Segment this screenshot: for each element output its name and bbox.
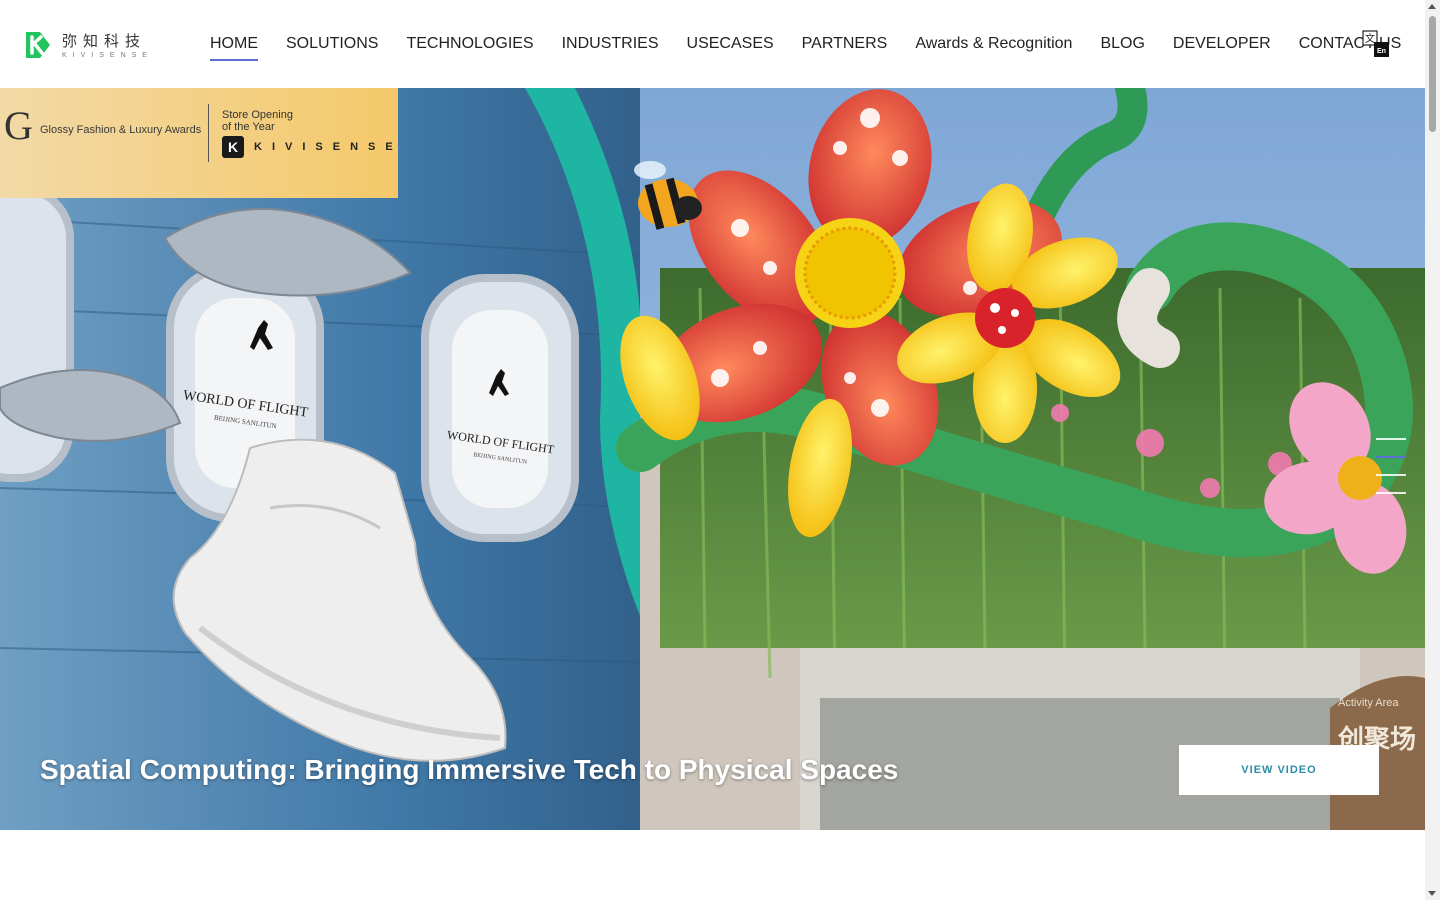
- award-logo: G: [4, 103, 33, 148]
- kivisense-logo-icon: [26, 32, 50, 58]
- hero-image: WORLD OF FLIGHT BEIJING SANLITUN WORLD O…: [0, 88, 1425, 830]
- slider-pagination: [1376, 438, 1406, 510]
- slide-indicator-3[interactable]: [1376, 474, 1406, 476]
- main-nav: HOME SOLUTIONS TECHNOLOGIES INDUSTRIES U…: [196, 0, 1415, 88]
- page-scrollbar[interactable]: [1425, 0, 1440, 900]
- storefront-sign: Activity Area: [1338, 697, 1399, 709]
- award-divider: [208, 104, 209, 162]
- award-category-line1: Store Opening: [222, 109, 293, 121]
- hero-carousel: WORLD OF FLIGHT BEIJING SANLITUN WORLD O…: [0, 88, 1425, 830]
- nav-usecases[interactable]: USECASES: [687, 0, 774, 88]
- scroll-up-icon[interactable]: [1428, 4, 1436, 9]
- scroll-down-icon[interactable]: [1428, 891, 1436, 896]
- nav-home[interactable]: HOME: [210, 0, 258, 88]
- nav-developer[interactable]: DEVELOPER: [1173, 0, 1271, 88]
- nav-blog[interactable]: BLOG: [1100, 0, 1144, 88]
- hero-title: Spatial Computing: Bringing Immersive Te…: [40, 754, 899, 785]
- award-category-line2: of the Year: [222, 121, 275, 133]
- view-video-button[interactable]: VIEW VIDEO: [1179, 745, 1379, 795]
- logo-name-en: KIVISENSE: [62, 51, 153, 59]
- nav-industries[interactable]: INDUSTRIES: [562, 0, 659, 88]
- translate-glyph: 文: [1365, 32, 1375, 45]
- nav-technologies[interactable]: TECHNOLOGIES: [406, 0, 533, 88]
- award-brand-text: KIVISENSE: [254, 141, 403, 153]
- logo-text: 弥知科技 KIVISENSE: [62, 32, 153, 59]
- logo-name-cn: 弥知科技: [62, 31, 147, 50]
- translate-code: En: [1377, 48, 1386, 55]
- award-brand: K KIVISENSE: [222, 136, 403, 158]
- scroll-thumb[interactable]: [1429, 16, 1436, 132]
- slide-indicator-2[interactable]: [1376, 456, 1406, 458]
- slide-indicator-4[interactable]: [1376, 492, 1406, 494]
- brand-logo[interactable]: 弥知科技 KIVISENSE: [22, 28, 153, 62]
- slide-indicator-1[interactable]: [1376, 438, 1406, 440]
- award-name: Glossy Fashion & Luxury Awards: [40, 124, 202, 136]
- nav-solutions[interactable]: SOLUTIONS: [286, 0, 378, 88]
- award-brand-icon: K: [222, 136, 244, 158]
- page: 弥知科技 KIVISENSE HOME SOLUTIONS TECHNOLOGI…: [0, 0, 1440, 900]
- translate-icon[interactable]: 文 En: [1362, 30, 1390, 58]
- nav-partners[interactable]: PARTNERS: [802, 0, 888, 88]
- nav-awards[interactable]: Awards & Recognition: [915, 0, 1072, 88]
- site-header: 弥知科技 KIVISENSE HOME SOLUTIONS TECHNOLOGI…: [0, 0, 1425, 88]
- award-banner: G Glossy Fashion & Luxury Awards Store O…: [0, 88, 398, 198]
